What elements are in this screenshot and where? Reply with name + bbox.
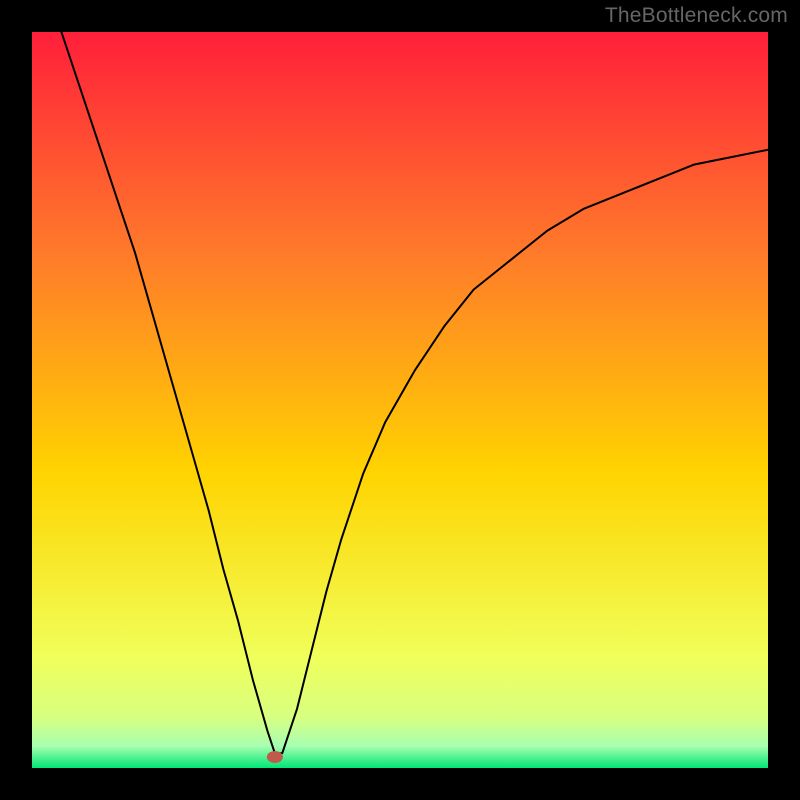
gradient-background — [32, 32, 768, 768]
chart-frame: TheBottleneck.com — [0, 0, 800, 800]
bottleneck-curve-chart — [32, 32, 768, 768]
watermark-text: TheBottleneck.com — [605, 4, 788, 28]
optimal-point-marker — [267, 751, 283, 763]
plot-area — [32, 32, 768, 768]
